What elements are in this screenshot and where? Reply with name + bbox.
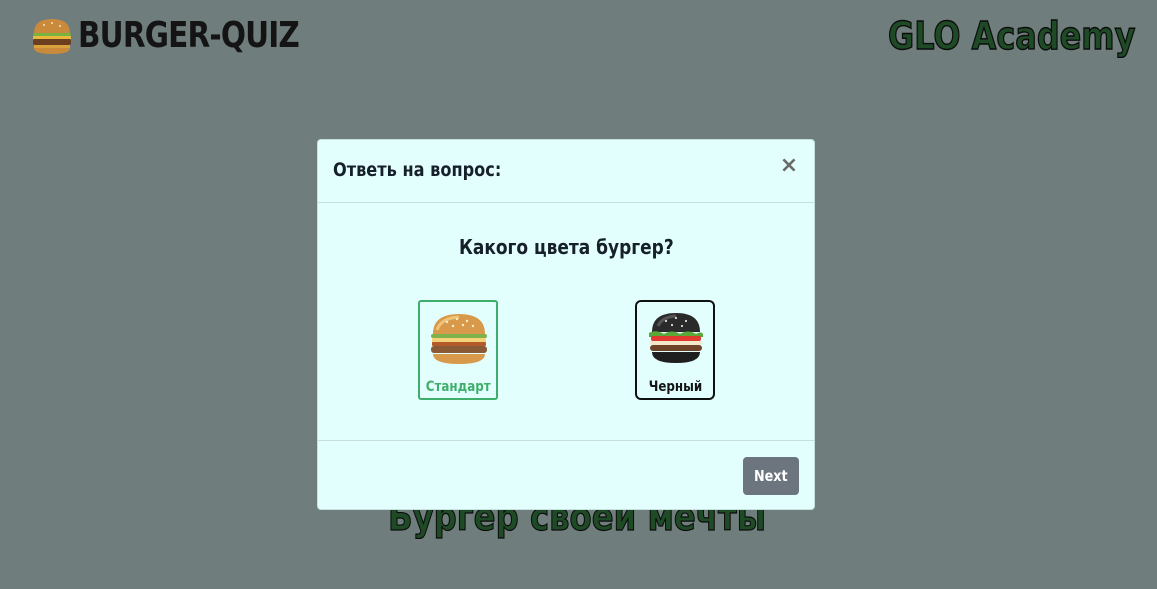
close-button[interactable]: × — [778, 154, 800, 178]
burger-logo-icon — [33, 19, 71, 54]
question-label: Какого цвета бургер? — [458, 235, 674, 259]
answer-option-standard[interactable]: Стандарт — [418, 300, 498, 400]
answer-black-text: Черный — [648, 379, 702, 395]
logo: BURGER-QUIZ — [30, 14, 348, 58]
quiz-modal: Ответь на вопрос: × Какого цвета бургер?… — [317, 139, 815, 510]
modal-body: Какого цвета бургер? Стандарт Черный — [318, 203, 814, 441]
next-button[interactable]: Next — [743, 457, 799, 495]
burger-standard-image — [431, 314, 487, 364]
logo-title: BURGER-QUIZ — [78, 15, 300, 56]
burger-black-image — [649, 313, 703, 363]
modal-footer: Next — [318, 441, 814, 511]
modal-title: Ответь на вопрос: — [333, 159, 502, 181]
answer-label-black: Черный — [637, 379, 713, 395]
answer-standard-text: Стандарт — [425, 379, 491, 395]
modal-header: Ответь на вопрос: × — [318, 140, 814, 203]
brand-title: GLO Academy — [887, 13, 1136, 58]
question-text: Какого цвета бургер? — [318, 235, 814, 259]
answer-label-standard: Стандарт — [420, 379, 496, 395]
next-button-label: Next — [754, 467, 788, 485]
answer-option-black[interactable]: Черный — [635, 300, 715, 400]
